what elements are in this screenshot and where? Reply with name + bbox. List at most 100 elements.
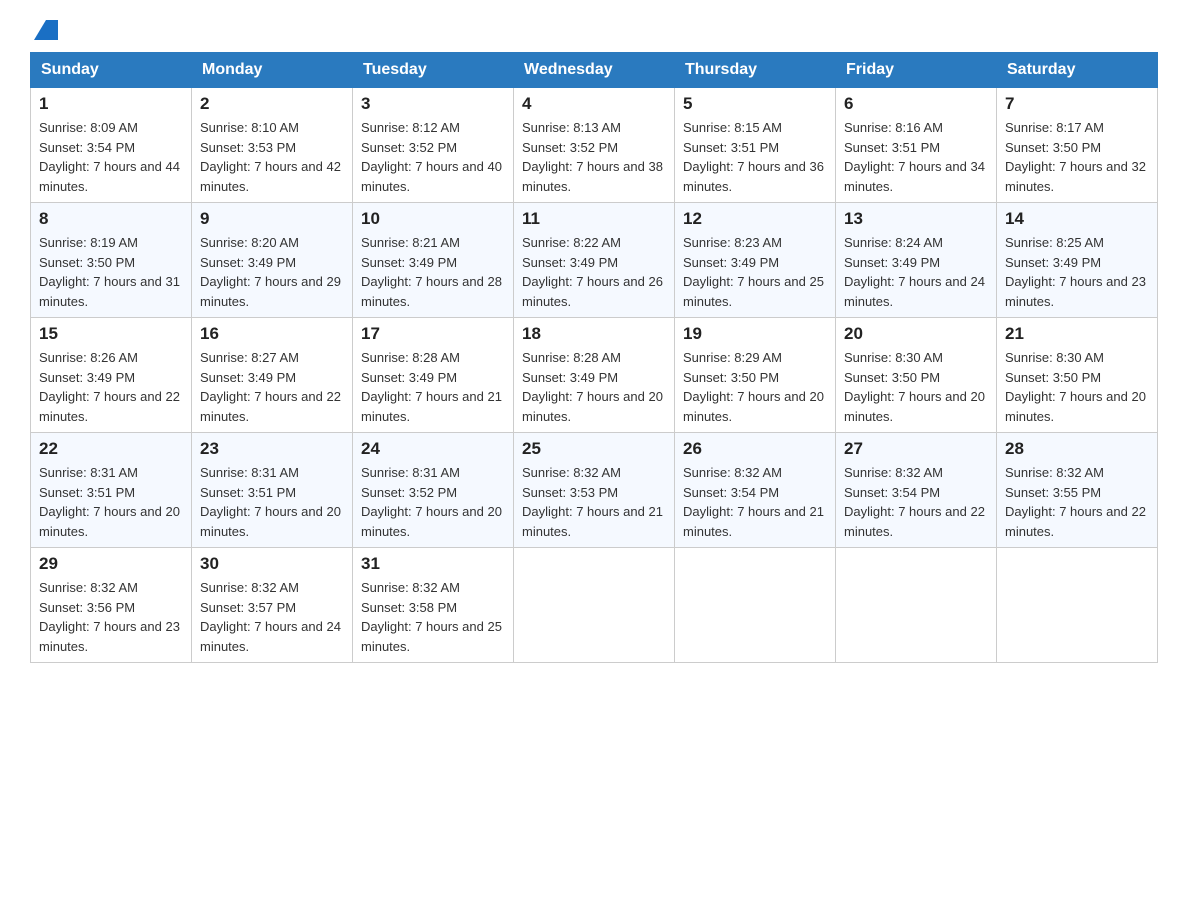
day-info: Sunrise: 8:32 AM Sunset: 3:54 PM Dayligh…: [844, 463, 988, 541]
day-number: 4: [522, 94, 666, 114]
day-of-week-header: Sunday: [31, 53, 192, 88]
day-of-week-header: Monday: [192, 53, 353, 88]
day-info: Sunrise: 8:16 AM Sunset: 3:51 PM Dayligh…: [844, 118, 988, 196]
day-number: 31: [361, 554, 505, 574]
day-number: 21: [1005, 324, 1149, 344]
day-number: 18: [522, 324, 666, 344]
day-info: Sunrise: 8:31 AM Sunset: 3:52 PM Dayligh…: [361, 463, 505, 541]
day-info: Sunrise: 8:12 AM Sunset: 3:52 PM Dayligh…: [361, 118, 505, 196]
day-number: 14: [1005, 209, 1149, 229]
day-number: 25: [522, 439, 666, 459]
day-info: Sunrise: 8:32 AM Sunset: 3:57 PM Dayligh…: [200, 578, 344, 656]
day-info: Sunrise: 8:22 AM Sunset: 3:49 PM Dayligh…: [522, 233, 666, 311]
calendar-cell: 21 Sunrise: 8:30 AM Sunset: 3:50 PM Dayl…: [997, 318, 1158, 433]
day-info: Sunrise: 8:32 AM Sunset: 3:53 PM Dayligh…: [522, 463, 666, 541]
day-info: Sunrise: 8:21 AM Sunset: 3:49 PM Dayligh…: [361, 233, 505, 311]
day-number: 2: [200, 94, 344, 114]
day-number: 6: [844, 94, 988, 114]
day-number: 23: [200, 439, 344, 459]
day-number: 7: [1005, 94, 1149, 114]
day-number: 29: [39, 554, 183, 574]
day-number: 16: [200, 324, 344, 344]
calendar-cell: [675, 548, 836, 663]
day-number: 26: [683, 439, 827, 459]
day-info: Sunrise: 8:28 AM Sunset: 3:49 PM Dayligh…: [522, 348, 666, 426]
calendar-week-row: 15 Sunrise: 8:26 AM Sunset: 3:49 PM Dayl…: [31, 318, 1158, 433]
day-number: 28: [1005, 439, 1149, 459]
calendar-cell: 30 Sunrise: 8:32 AM Sunset: 3:57 PM Dayl…: [192, 548, 353, 663]
day-info: Sunrise: 8:20 AM Sunset: 3:49 PM Dayligh…: [200, 233, 344, 311]
calendar-cell: 22 Sunrise: 8:31 AM Sunset: 3:51 PM Dayl…: [31, 433, 192, 548]
calendar-cell: 8 Sunrise: 8:19 AM Sunset: 3:50 PM Dayli…: [31, 203, 192, 318]
calendar-cell: 3 Sunrise: 8:12 AM Sunset: 3:52 PM Dayli…: [353, 88, 514, 203]
day-number: 17: [361, 324, 505, 344]
day-number: 9: [200, 209, 344, 229]
day-of-week-header: Friday: [836, 53, 997, 88]
day-of-week-header: Saturday: [997, 53, 1158, 88]
day-number: 12: [683, 209, 827, 229]
day-info: Sunrise: 8:30 AM Sunset: 3:50 PM Dayligh…: [844, 348, 988, 426]
day-info: Sunrise: 8:09 AM Sunset: 3:54 PM Dayligh…: [39, 118, 183, 196]
calendar-cell: 16 Sunrise: 8:27 AM Sunset: 3:49 PM Dayl…: [192, 318, 353, 433]
day-number: 19: [683, 324, 827, 344]
day-info: Sunrise: 8:26 AM Sunset: 3:49 PM Dayligh…: [39, 348, 183, 426]
day-info: Sunrise: 8:13 AM Sunset: 3:52 PM Dayligh…: [522, 118, 666, 196]
calendar-cell: 27 Sunrise: 8:32 AM Sunset: 3:54 PM Dayl…: [836, 433, 997, 548]
day-number: 24: [361, 439, 505, 459]
day-info: Sunrise: 8:32 AM Sunset: 3:55 PM Dayligh…: [1005, 463, 1149, 541]
day-info: Sunrise: 8:32 AM Sunset: 3:58 PM Dayligh…: [361, 578, 505, 656]
calendar-cell: 26 Sunrise: 8:32 AM Sunset: 3:54 PM Dayl…: [675, 433, 836, 548]
calendar-cell: 29 Sunrise: 8:32 AM Sunset: 3:56 PM Dayl…: [31, 548, 192, 663]
day-info: Sunrise: 8:29 AM Sunset: 3:50 PM Dayligh…: [683, 348, 827, 426]
day-of-week-header: Wednesday: [514, 53, 675, 88]
day-info: Sunrise: 8:32 AM Sunset: 3:54 PM Dayligh…: [683, 463, 827, 541]
day-number: 20: [844, 324, 988, 344]
calendar-table: SundayMondayTuesdayWednesdayThursdayFrid…: [30, 52, 1158, 663]
day-info: Sunrise: 8:27 AM Sunset: 3:49 PM Dayligh…: [200, 348, 344, 426]
day-info: Sunrise: 8:24 AM Sunset: 3:49 PM Dayligh…: [844, 233, 988, 311]
day-number: 11: [522, 209, 666, 229]
day-number: 3: [361, 94, 505, 114]
calendar-cell: 9 Sunrise: 8:20 AM Sunset: 3:49 PM Dayli…: [192, 203, 353, 318]
day-number: 8: [39, 209, 183, 229]
day-number: 5: [683, 94, 827, 114]
calendar-cell: 4 Sunrise: 8:13 AM Sunset: 3:52 PM Dayli…: [514, 88, 675, 203]
calendar-cell: 15 Sunrise: 8:26 AM Sunset: 3:49 PM Dayl…: [31, 318, 192, 433]
day-info: Sunrise: 8:30 AM Sunset: 3:50 PM Dayligh…: [1005, 348, 1149, 426]
calendar-cell: 1 Sunrise: 8:09 AM Sunset: 3:54 PM Dayli…: [31, 88, 192, 203]
calendar-cell: [836, 548, 997, 663]
day-info: Sunrise: 8:23 AM Sunset: 3:49 PM Dayligh…: [683, 233, 827, 311]
calendar-cell: 28 Sunrise: 8:32 AM Sunset: 3:55 PM Dayl…: [997, 433, 1158, 548]
calendar-cell: 20 Sunrise: 8:30 AM Sunset: 3:50 PM Dayl…: [836, 318, 997, 433]
day-number: 15: [39, 324, 183, 344]
calendar-cell: 12 Sunrise: 8:23 AM Sunset: 3:49 PM Dayl…: [675, 203, 836, 318]
day-info: Sunrise: 8:31 AM Sunset: 3:51 PM Dayligh…: [200, 463, 344, 541]
day-info: Sunrise: 8:10 AM Sunset: 3:53 PM Dayligh…: [200, 118, 344, 196]
logo: [30, 20, 58, 42]
calendar-week-row: 29 Sunrise: 8:32 AM Sunset: 3:56 PM Dayl…: [31, 548, 1158, 663]
page-header: [30, 20, 1158, 42]
calendar-cell: 13 Sunrise: 8:24 AM Sunset: 3:49 PM Dayl…: [836, 203, 997, 318]
day-info: Sunrise: 8:28 AM Sunset: 3:49 PM Dayligh…: [361, 348, 505, 426]
day-info: Sunrise: 8:17 AM Sunset: 3:50 PM Dayligh…: [1005, 118, 1149, 196]
calendar-cell: 18 Sunrise: 8:28 AM Sunset: 3:49 PM Dayl…: [514, 318, 675, 433]
calendar-header-row: SundayMondayTuesdayWednesdayThursdayFrid…: [31, 53, 1158, 88]
logo-triangle-icon: [34, 20, 58, 40]
calendar-cell: 2 Sunrise: 8:10 AM Sunset: 3:53 PM Dayli…: [192, 88, 353, 203]
calendar-week-row: 1 Sunrise: 8:09 AM Sunset: 3:54 PM Dayli…: [31, 88, 1158, 203]
day-number: 27: [844, 439, 988, 459]
day-number: 1: [39, 94, 183, 114]
calendar-week-row: 8 Sunrise: 8:19 AM Sunset: 3:50 PM Dayli…: [31, 203, 1158, 318]
day-number: 13: [844, 209, 988, 229]
calendar-cell: 31 Sunrise: 8:32 AM Sunset: 3:58 PM Dayl…: [353, 548, 514, 663]
calendar-cell: [514, 548, 675, 663]
day-of-week-header: Tuesday: [353, 53, 514, 88]
calendar-cell: [997, 548, 1158, 663]
day-info: Sunrise: 8:15 AM Sunset: 3:51 PM Dayligh…: [683, 118, 827, 196]
calendar-cell: 6 Sunrise: 8:16 AM Sunset: 3:51 PM Dayli…: [836, 88, 997, 203]
calendar-cell: 5 Sunrise: 8:15 AM Sunset: 3:51 PM Dayli…: [675, 88, 836, 203]
day-info: Sunrise: 8:32 AM Sunset: 3:56 PM Dayligh…: [39, 578, 183, 656]
day-of-week-header: Thursday: [675, 53, 836, 88]
calendar-week-row: 22 Sunrise: 8:31 AM Sunset: 3:51 PM Dayl…: [31, 433, 1158, 548]
day-info: Sunrise: 8:19 AM Sunset: 3:50 PM Dayligh…: [39, 233, 183, 311]
